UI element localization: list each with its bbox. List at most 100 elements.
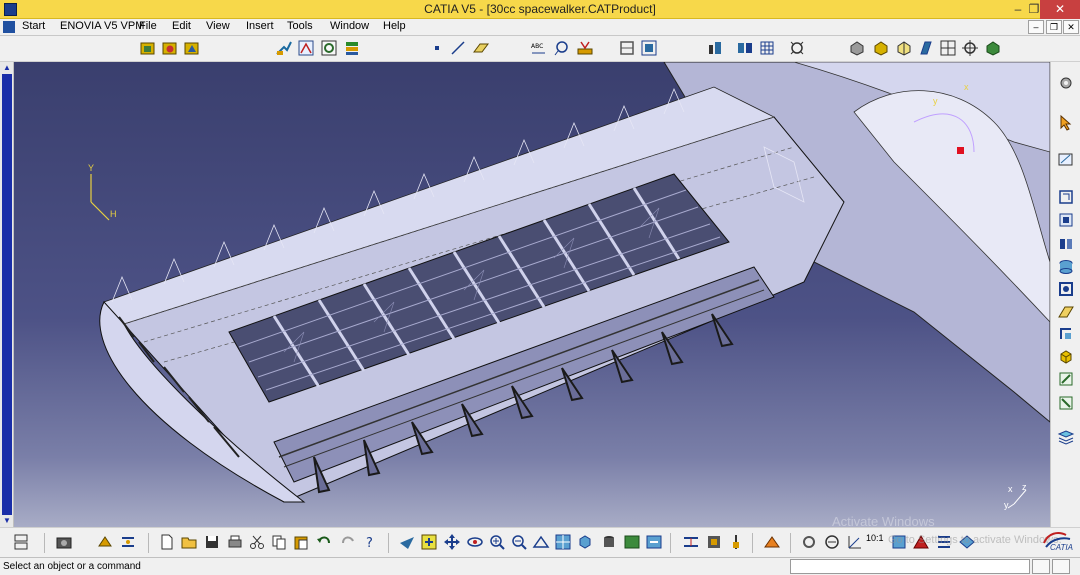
shading-icon[interactable] [872, 39, 890, 57]
line-icon[interactable] [449, 39, 467, 57]
measure-between-icon[interactable] [682, 533, 700, 551]
mdi-minimize-button[interactable]: – [1028, 20, 1044, 34]
customize-view-icon[interactable] [939, 39, 957, 57]
point-icon[interactable] [428, 39, 446, 57]
activate-windows-title: Activate Windows [832, 514, 935, 527]
shading-mode-icon[interactable] [600, 533, 618, 551]
menu-window[interactable]: Window [330, 20, 369, 32]
shading-edges-icon[interactable] [848, 39, 866, 57]
shading-hidden-icon[interactable] [895, 39, 913, 57]
bearing-icon[interactable] [1057, 235, 1075, 253]
catia-logo: CATIA [1040, 529, 1076, 553]
iso-view-icon[interactable] [576, 533, 594, 551]
graph-tree-icon[interactable] [297, 39, 315, 57]
snap-icon[interactable] [1057, 370, 1075, 388]
clash-icon[interactable] [736, 39, 754, 57]
explode-icon[interactable] [640, 39, 658, 57]
redo-icon[interactable] [339, 533, 357, 551]
compass-icon[interactable] [961, 39, 979, 57]
manipulate-icon[interactable] [1057, 325, 1075, 343]
part-icon[interactable] [183, 39, 201, 57]
plane-icon[interactable] [472, 39, 490, 57]
sensor-icon[interactable] [706, 39, 724, 57]
menu-edit[interactable]: Edit [172, 20, 191, 32]
fly-mode-icon[interactable] [398, 533, 416, 551]
command-list-button[interactable] [1032, 559, 1050, 574]
gear-icon[interactable] [1057, 74, 1075, 92]
dimension-icon[interactable] [846, 533, 864, 551]
print-icon[interactable] [226, 533, 244, 551]
zoom-ratio-label[interactable]: 10:1 [866, 534, 884, 543]
open-icon[interactable] [180, 533, 198, 551]
normal-view-icon[interactable] [532, 533, 550, 551]
menu-tools[interactable]: Tools [287, 20, 313, 32]
offset-icon[interactable] [1057, 280, 1075, 298]
fit-all-icon[interactable] [420, 533, 438, 551]
cut-icon[interactable] [248, 533, 266, 551]
mdi-restore-button[interactable]: ❐ [1046, 20, 1062, 34]
render-icon[interactable] [763, 533, 781, 551]
rotate-icon[interactable] [466, 533, 484, 551]
constraint-icon[interactable] [1057, 211, 1075, 229]
hide-icon[interactable] [623, 533, 641, 551]
component-icon[interactable] [161, 39, 179, 57]
layers-icon[interactable] [1057, 428, 1075, 446]
swap-visible-icon[interactable] [645, 533, 663, 551]
smart-move-icon[interactable] [1057, 394, 1075, 412]
grab-icon[interactable] [823, 533, 841, 551]
cube-icon[interactable] [1057, 348, 1075, 366]
grid-icon[interactable] [758, 39, 776, 57]
scroll-thumb[interactable] [2, 74, 12, 515]
menu-file[interactable]: File [139, 20, 157, 32]
formula-icon[interactable] [119, 533, 137, 551]
text-annotation-icon[interactable]: ABC [530, 39, 548, 57]
flag-note-icon[interactable] [553, 39, 571, 57]
menu-start[interactable]: Start [22, 20, 45, 32]
scroll-up-icon[interactable]: ▲ [2, 63, 12, 73]
paste-icon[interactable] [292, 533, 310, 551]
mdi-close-button[interactable]: ✕ [1063, 20, 1079, 34]
cylinder-icon[interactable] [1057, 258, 1075, 276]
knowledge-icon[interactable] [96, 533, 114, 551]
command-input[interactable] [790, 559, 1030, 574]
replace-icon[interactable] [275, 39, 293, 57]
wireframe-icon[interactable] [917, 39, 935, 57]
menu-insert[interactable]: Insert [246, 20, 274, 32]
menu-bar: Start ENOVIA V5 VPM File Edit View Inser… [0, 19, 1080, 36]
multi-view-icon[interactable] [554, 533, 572, 551]
measure-item-icon[interactable] [705, 533, 723, 551]
measure-inertia-icon[interactable] [727, 533, 745, 551]
scroll-down-icon[interactable]: ▼ [2, 516, 12, 526]
document-icon[interactable] [3, 21, 15, 33]
refresh-icon[interactable] [800, 533, 818, 551]
menu-view[interactable]: View [206, 20, 230, 32]
numbering-icon[interactable] [343, 39, 361, 57]
camera-icon[interactable] [55, 533, 73, 551]
undo-icon[interactable] [315, 533, 333, 551]
select-arrow-icon[interactable] [1057, 114, 1075, 132]
measure-icon[interactable] [576, 39, 594, 57]
command-search-button[interactable] [1052, 559, 1070, 574]
scene-icon[interactable] [618, 39, 636, 57]
help-icon[interactable]: ? [362, 533, 380, 551]
assembly-icon[interactable] [1057, 188, 1075, 206]
sketch-icon[interactable] [1057, 150, 1075, 168]
copy-icon[interactable] [270, 533, 288, 551]
menu-help[interactable]: Help [383, 20, 406, 32]
menu-enovia[interactable]: ENOVIA V5 VPM [60, 20, 144, 32]
window-title: CATIA V5 - [30cc spacewalker.CATProduct] [424, 2, 656, 16]
reorder-icon[interactable] [320, 39, 338, 57]
new-icon[interactable] [158, 533, 176, 551]
save-icon[interactable] [203, 533, 221, 551]
product-icon[interactable] [139, 39, 157, 57]
zoom-out-icon[interactable] [510, 533, 528, 551]
product-tree-icon[interactable] [12, 533, 30, 551]
vertical-scrollbar[interactable]: ▲ ▼ [0, 62, 14, 527]
pan-icon[interactable] [443, 533, 461, 551]
3d-viewport[interactable]: Y H y x x z y Activate Windows [14, 62, 1050, 527]
fix-icon[interactable] [1057, 303, 1075, 321]
section-icon[interactable] [788, 39, 806, 57]
zoom-in-icon[interactable] [488, 533, 506, 551]
hide-show-icon[interactable] [984, 39, 1002, 57]
close-button[interactable]: ✕ [1040, 0, 1080, 19]
